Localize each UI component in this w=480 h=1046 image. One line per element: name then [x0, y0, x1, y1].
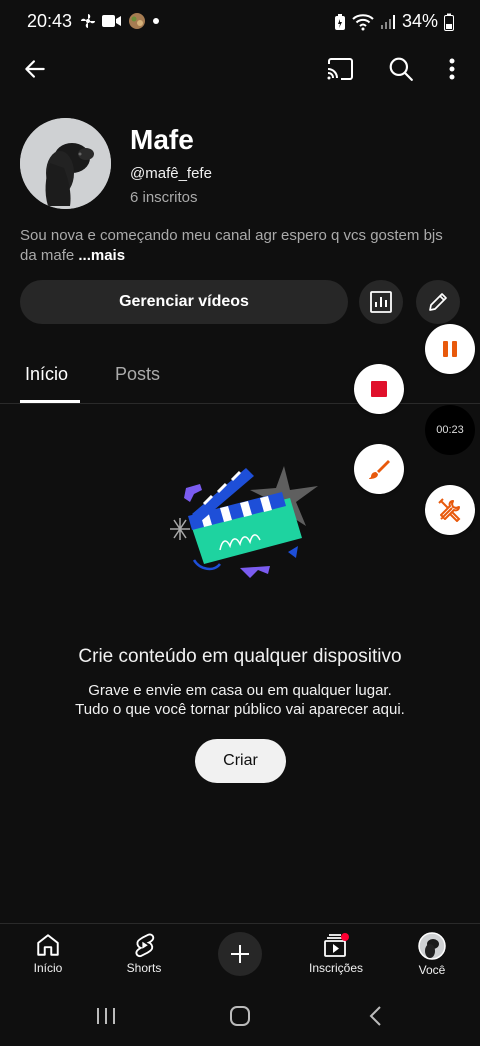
nav-create-button[interactable]: [218, 932, 262, 976]
home-icon: [37, 934, 59, 956]
top-app-bar: [0, 44, 480, 94]
nav-home-label: Início: [33, 961, 63, 975]
back-system-button[interactable]: [362, 1003, 390, 1029]
nav-you[interactable]: Você: [392, 932, 472, 977]
recorder-draw-button[interactable]: [354, 444, 404, 494]
subscriptions-icon: [324, 933, 349, 957]
dog-photo-icon: [20, 118, 111, 209]
signal-icon: [380, 14, 395, 29]
brush-icon: [369, 460, 390, 479]
recorder-pause-button[interactable]: [425, 324, 475, 374]
active-tab-indicator: [20, 400, 80, 403]
stop-icon: [371, 381, 387, 397]
search-button[interactable]: [386, 54, 416, 84]
channel-avatar[interactable]: [20, 118, 111, 209]
nav-you-label: Você: [418, 963, 446, 977]
nav-shorts-label: Shorts: [126, 961, 162, 975]
channel-description[interactable]: Sou nova e começando meu canal agr esper…: [20, 226, 460, 266]
battery-saver-icon: [334, 13, 345, 30]
video-call-icon: [102, 15, 121, 27]
tab-inicio[interactable]: Início: [25, 364, 68, 385]
status-notification-icons: [80, 12, 160, 30]
tab-posts[interactable]: Posts: [115, 364, 160, 385]
recorder-stop-button[interactable]: [354, 364, 404, 414]
nav-home[interactable]: Início: [8, 932, 88, 975]
recorder-timer: 00:23: [425, 405, 475, 455]
home-square-icon: [230, 1006, 250, 1026]
battery-icon: [444, 13, 454, 31]
shorts-icon: [135, 933, 155, 958]
battery-percent: 34%: [401, 11, 438, 31]
channel-name: Mafe: [130, 124, 194, 155]
create-button[interactable]: Criar: [195, 739, 286, 783]
empty-state-line-1: Grave e envie em casa ou em qualquer lug…: [88, 682, 392, 699]
search-icon: [389, 57, 413, 81]
plus-icon: [231, 945, 249, 963]
tools-icon: [438, 498, 461, 522]
fan-icon: [81, 14, 95, 28]
empty-state-title: Crie conteúdo em qualquer dispositivo: [78, 646, 402, 667]
cast-icon: [327, 58, 353, 80]
chevron-left-icon: [369, 1006, 381, 1026]
empty-state-subtitle: Grave e envie em casa ou em qualquer lug…: [0, 681, 480, 719]
analytics-button[interactable]: [359, 280, 403, 324]
nav-subscriptions[interactable]: Inscrições: [296, 932, 376, 975]
status-time: 20:43: [27, 11, 73, 31]
more-link[interactable]: ...mais: [78, 247, 125, 264]
home-system-button[interactable]: [226, 1003, 254, 1029]
nav-shorts[interactable]: Shorts: [104, 932, 184, 975]
analytics-icon: [370, 291, 392, 313]
dot-icon: [153, 18, 159, 24]
channel-handle: @mafê_fefe: [130, 165, 212, 182]
clapperboard-illustration: [170, 466, 318, 578]
recent-apps-icon: [97, 1008, 115, 1024]
recorder-tools-button[interactable]: [425, 485, 475, 535]
bottom-navigation: Início Shorts Inscrições Você: [0, 923, 480, 985]
channel-tabs: Início Posts: [0, 350, 480, 404]
empty-state-line-2: Tudo o que você tornar público vai apare…: [75, 701, 405, 718]
arrow-back-icon: [25, 60, 45, 78]
avatar-icon: [418, 932, 446, 960]
status-bar: 20:43 34%: [0, 0, 480, 44]
system-navigation-bar: [0, 985, 480, 1046]
nav-subscriptions-label: Inscrições: [308, 961, 364, 975]
cast-button[interactable]: [324, 54, 356, 84]
more-options-button[interactable]: [440, 54, 464, 84]
wifi-icon: [352, 13, 374, 30]
pause-icon: [443, 341, 457, 357]
more-vert-icon: [449, 58, 455, 80]
status-right: 34%: [334, 11, 454, 32]
subscriber-count: 6 inscritos: [130, 189, 198, 206]
app-notification-icon: [129, 13, 145, 29]
edit-channel-button[interactable]: [416, 280, 460, 324]
pencil-icon: [429, 293, 447, 311]
manage-videos-button[interactable]: Gerenciar vídeos: [20, 280, 348, 324]
back-button[interactable]: [20, 54, 50, 84]
recent-apps-button[interactable]: [92, 1003, 120, 1029]
